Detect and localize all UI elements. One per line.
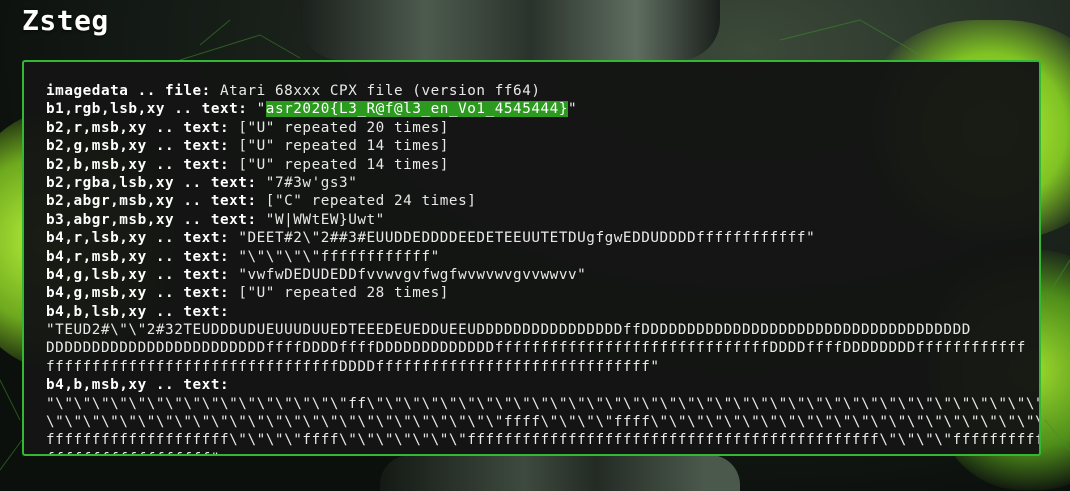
output-line-label: b4,g,lsb,xy .. text: xyxy=(46,266,230,283)
output-line-label: b2,b,msb,xy .. text: xyxy=(46,156,230,173)
output-line: ffffffffffffffffffff\"\"\"\"ffff\"\"\"\"… xyxy=(46,431,1039,449)
output-line-label: b4,g,msb,xy .. text: xyxy=(46,285,230,302)
output-line: b4,b,msb,xy .. text: xyxy=(46,376,1039,394)
output-line: b2,r,msb,xy .. text: ["U" repeated 20 ti… xyxy=(46,119,1039,137)
output-line-value: ["U" repeated 14 times] xyxy=(229,156,449,173)
output-line-value: "DEET#2\"2##3#EUUDDEDDDDEEDETEEUUTETDUgf… xyxy=(229,230,816,247)
output-line-label: b2,r,msb,xy .. text: xyxy=(46,119,230,136)
output-line-value: \"\"\"\"\"\"\"\"\"\"\"\"\"\"\"\"\"\"\"\"… xyxy=(46,414,1039,431)
output-line: b2,g,msb,xy .. text: ["U" repeated 14 ti… xyxy=(46,137,1039,155)
output-line-value: "\"\"\"\"ffffffffffff" xyxy=(229,248,440,265)
output-line: "\"\"\"\"\"\"\"\"\"\"\"\"\"\"\"\"ff\"\"\… xyxy=(46,395,1039,413)
output-line-label: b4,r,lsb,xy .. text: xyxy=(46,230,230,247)
output-line-value: "TEUD2#\"\"2#32TEUDDDUDUEUUUDUUEDTEEEDEU… xyxy=(46,322,971,339)
output-line: imagedata .. file: Atari 68xxx CPX file … xyxy=(46,82,1039,100)
output-line: b2,rgba,lsb,xy .. text: "7#3w'gs3" xyxy=(46,174,1039,192)
zsteg-output: imagedata .. file: Atari 68xxx CPX file … xyxy=(24,62,1039,454)
output-line: b1,rgb,lsb,xy .. text: "asr2020{L3_R@f@l… xyxy=(46,100,1039,118)
output-line-label: b1,rgb,lsb,xy .. text: xyxy=(46,101,248,118)
output-line-label: b4,b,lsb,xy .. text: xyxy=(46,303,230,320)
output-line-value: "W|WWtEW}Uwt" xyxy=(256,211,385,228)
output-line: b4,b,lsb,xy .. text: xyxy=(46,303,1039,321)
output-line-value: " xyxy=(247,101,266,118)
output-line-label: b2,g,msb,xy .. text: xyxy=(46,138,230,155)
output-line: b3,abgr,msb,xy .. text: "W|WWtEW}Uwt" xyxy=(46,211,1039,229)
output-line-value: ffffffffffffffffffffffffffffffffDDDDffff… xyxy=(46,358,660,375)
output-line-label: b2,rgba,lsb,xy .. text: xyxy=(46,174,257,191)
output-line-label: imagedata .. file: xyxy=(46,83,211,99)
output-line-value: "7#3w'gs3" xyxy=(256,174,358,191)
output-line-value: "vwfwDEDUDEDDfvvwvgvfwgfwvwvwvgvvwwvv" xyxy=(229,266,587,283)
output-line: b2,abgr,msb,xy .. text: ["C" repeated 24… xyxy=(46,192,1039,210)
output-line-value: ["C" repeated 24 times] xyxy=(256,193,477,210)
flag-highlight: asr2020{L3_R@f@l3_en_Vo1_4545444} xyxy=(265,101,568,118)
output-line: b4,r,msb,xy .. text: "\"\"\"\"ffffffffff… xyxy=(46,248,1039,266)
output-line: b2,b,msb,xy .. text: ["U" repeated 14 ti… xyxy=(46,156,1039,174)
output-line-label: b2,abgr,msb,xy .. text: xyxy=(46,193,257,210)
output-line: b4,r,lsb,xy .. text: "DEET#2\"2##3#EUUDD… xyxy=(46,229,1039,247)
output-line: ffffffffffffffffffffffffffffffffDDDDffff… xyxy=(46,358,1039,376)
output-line-value: ["U" repeated 28 times] xyxy=(229,285,449,302)
output-line-value: Atari 68xxx CPX file (version ff64) xyxy=(210,83,541,99)
output-line: DDDDDDDDDDDDDDDDDDDDDDDDffffDDDDffffDDDD… xyxy=(46,339,1039,357)
output-line: b4,g,lsb,xy .. text: "vwfwDEDUDEDDfvvwvg… xyxy=(46,266,1039,284)
output-line-value: ffffffffffffffffffff\"\"\"\"ffff\"\"\"\"… xyxy=(46,432,1041,449)
output-line: ffffffffffffffffff" xyxy=(46,450,1039,454)
terminal-output-panel: imagedata .. file: Atari 68xxx CPX file … xyxy=(22,60,1041,456)
output-line-value: ffffffffffffffffff" xyxy=(46,451,220,454)
output-line-value: "\"\"\"\"\"\"\"\"\"\"\"\"\"\"\"\"ff\"\"\… xyxy=(46,395,1039,412)
output-line-value: ["U" repeated 20 times] xyxy=(229,119,449,136)
output-line: "TEUD2#\"\"2#32TEUDDDUDUEUUUDUUEDTEEEDEU… xyxy=(46,321,1039,339)
page-title: Zsteg xyxy=(22,4,109,37)
output-line: b4,g,msb,xy .. text: ["U" repeated 28 ti… xyxy=(46,284,1039,302)
output-line-label: b3,abgr,msb,xy .. text: xyxy=(46,211,257,228)
output-line-value: DDDDDDDDDDDDDDDDDDDDDDDDffffDDDDffffDDDD… xyxy=(46,340,1026,357)
output-line-label: b4,r,msb,xy .. text: xyxy=(46,248,230,265)
output-line-value-end: " xyxy=(568,101,578,118)
output-line-value: ["U" repeated 14 times] xyxy=(229,138,449,155)
output-line-label: b4,b,msb,xy .. text: xyxy=(46,377,230,394)
output-line: \"\"\"\"\"\"\"\"\"\"\"\"\"\"\"\"\"\"\"\"… xyxy=(46,413,1039,431)
